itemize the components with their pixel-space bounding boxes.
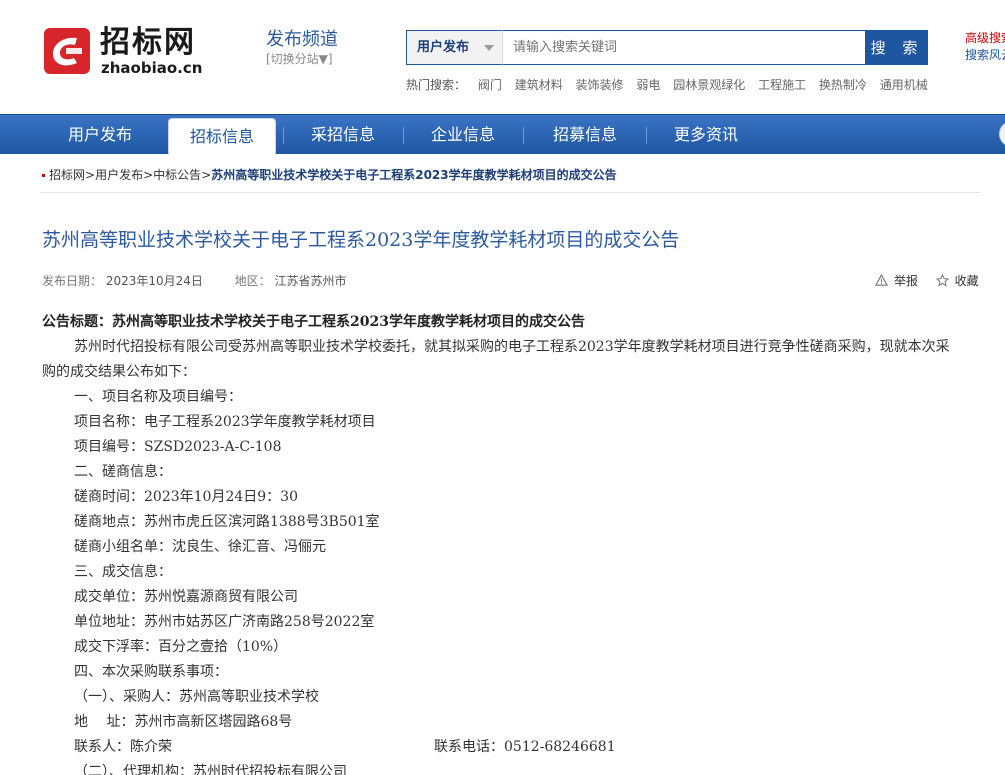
- date-label: 发布日期：: [42, 274, 103, 288]
- search-type-select[interactable]: 用户发布: [406, 30, 502, 65]
- main-nav: 用户发布 招标信息 采招信息 企业信息 招募信息 更多资讯: [0, 114, 1005, 155]
- breadcrumb-user-publish[interactable]: 用户发布: [95, 168, 143, 182]
- report-link[interactable]: 举报: [894, 274, 918, 288]
- hot-search-item[interactable]: 阀门: [478, 76, 502, 93]
- hot-search-item[interactable]: 换热制冷: [819, 76, 867, 93]
- article-body: 公告标题：苏州高等职业技术学校关于电子工程系2023学年度教学耗材项目的成交公告…: [42, 310, 962, 775]
- logo-cn-text: 招标网: [100, 25, 196, 60]
- body-line: 磋商时间：2023年10月24日9：30: [74, 489, 298, 505]
- hot-search-item[interactable]: 建筑材料: [515, 76, 563, 93]
- body-line: （二）、代理机构：苏州时代招投标有限公司: [74, 764, 347, 775]
- article-tools: 举报 收藏: [875, 272, 979, 289]
- region-value: 江苏省苏州市: [274, 274, 347, 288]
- hot-search-item[interactable]: 弱电: [636, 76, 660, 93]
- breadcrumb-current: 苏州高等职业技术学校关于电子工程系2023学年度教学耗材项目的成交公告: [211, 168, 617, 182]
- hot-search-item[interactable]: 工程施工: [758, 76, 806, 93]
- advanced-search: 高级搜索 搜索风云: [965, 30, 1005, 64]
- hot-search-label: 热门搜索：: [406, 78, 467, 92]
- breadcrumb-award-notice[interactable]: 中标公告: [153, 168, 201, 182]
- search-bar: 用户发布 搜 索: [406, 30, 928, 65]
- body-line: 二、磋商信息：: [74, 464, 172, 480]
- page-title: 苏州高等职业技术学校关于电子工程系2023学年度教学耗材项目的成交公告: [42, 229, 680, 251]
- site-logo[interactable]: 招标网 zhaobiao.cn: [44, 26, 219, 78]
- body-line: 磋商小组名单：沈良生、徐汇音、冯俪元: [74, 539, 326, 555]
- body-line: 成交单位：苏州悦嘉源商贸有限公司: [74, 589, 298, 605]
- warning-icon: [875, 274, 888, 286]
- body-line: 三、成交信息：: [74, 564, 172, 580]
- nav-item-procurement[interactable]: 采招信息: [284, 115, 402, 155]
- channel: 发布频道 [切换分站▼]: [266, 29, 338, 67]
- announcement-title: 公告标题：苏州高等职业技术学校关于电子工程系2023学年度教学耗材项目的成交公告: [42, 314, 585, 330]
- search-button[interactable]: 搜 索: [866, 30, 928, 65]
- article-meta: 发布日期： 2023年10月24日 地区： 江苏省苏州市: [42, 272, 346, 289]
- logo-mark-icon: [44, 28, 90, 74]
- search-type-label: 用户发布: [417, 40, 470, 55]
- body-line: 项目编号：SZSD2023-A-C-108: [74, 439, 282, 455]
- header: 招标网 zhaobiao.cn 发布频道 [切换分站▼] 用户发布 搜 索 高级…: [0, 0, 1005, 114]
- hot-search: 热门搜索： 阀门 建筑材料 装饰装修 弱电 园林景观绿化 工程施工 换热制冷 通…: [406, 76, 937, 93]
- nav-item-bidding[interactable]: 招标信息: [168, 118, 276, 155]
- breadcrumb-sep: >: [143, 168, 154, 182]
- search-input[interactable]: [502, 30, 866, 65]
- divider: [40, 192, 981, 193]
- contact-row: 联系人：陈介荣 联系电话：0512-68246681: [42, 735, 962, 760]
- advanced-search-link[interactable]: 高级搜索: [965, 30, 1005, 47]
- breadcrumb: 招标网>用户发布>中标公告>苏州高等职业技术学校关于电子工程系2023学年度教学…: [42, 166, 617, 183]
- body-line: 项目名称：电子工程系2023学年度教学耗材项目: [74, 414, 376, 430]
- nav-item-user-publish[interactable]: 用户发布: [38, 115, 162, 155]
- nav-item-more-news[interactable]: 更多资讯: [647, 115, 765, 155]
- hot-search-item[interactable]: 通用机械: [880, 76, 928, 93]
- nav-round-button[interactable]: [999, 121, 1005, 147]
- favorite-link[interactable]: 收藏: [955, 274, 979, 288]
- search-style-link[interactable]: 搜索风云: [965, 47, 1005, 64]
- breadcrumb-sep: >: [85, 168, 96, 182]
- body-line: 成交下浮率：百分之壹拾（10%）: [74, 639, 288, 655]
- body-line: 磋商地点：苏州市虎丘区滨河路1388号3B501室: [74, 514, 380, 530]
- breadcrumb-home[interactable]: 招标网: [49, 168, 85, 182]
- star-icon: [935, 274, 949, 287]
- nav-item-enterprise[interactable]: 企业信息: [404, 115, 522, 155]
- body-line: 单位地址：苏州市姑苏区广济南路258号2022室: [74, 614, 375, 630]
- contact-phone: 联系电话：0512-68246681: [434, 739, 616, 755]
- hot-search-item[interactable]: 装饰装修: [576, 76, 624, 93]
- hot-search-item[interactable]: 园林景观绿化: [673, 76, 745, 93]
- intro-paragraph: 苏州时代招投标有限公司受苏州高等职业技术学校委托，就其拟采购的电子工程系2023…: [42, 339, 950, 380]
- body-line: 四、本次采购联系事项：: [74, 664, 228, 680]
- body-line: 一、项目名称及项目编号：: [74, 389, 242, 405]
- publish-date: 2023年10月24日: [105, 274, 203, 288]
- body-line: （一）、采购人：苏州高等职业技术学校: [74, 689, 319, 705]
- breadcrumb-sep: >: [201, 168, 212, 182]
- logo-en-text: zhaobiao.cn: [101, 59, 203, 77]
- switch-site-link[interactable]: [切换分站▼]: [266, 52, 338, 66]
- nav-item-recruit[interactable]: 招募信息: [524, 115, 646, 155]
- body-line: 地 址：苏州市高新区塔园路68号: [74, 714, 293, 730]
- region-label: 地区：: [234, 274, 271, 288]
- contact-person: 联系人：陈介荣: [74, 739, 172, 755]
- chevron-down-icon: [484, 45, 494, 51]
- channel-title: 发布频道: [266, 29, 338, 50]
- bullet-icon: [42, 174, 45, 177]
